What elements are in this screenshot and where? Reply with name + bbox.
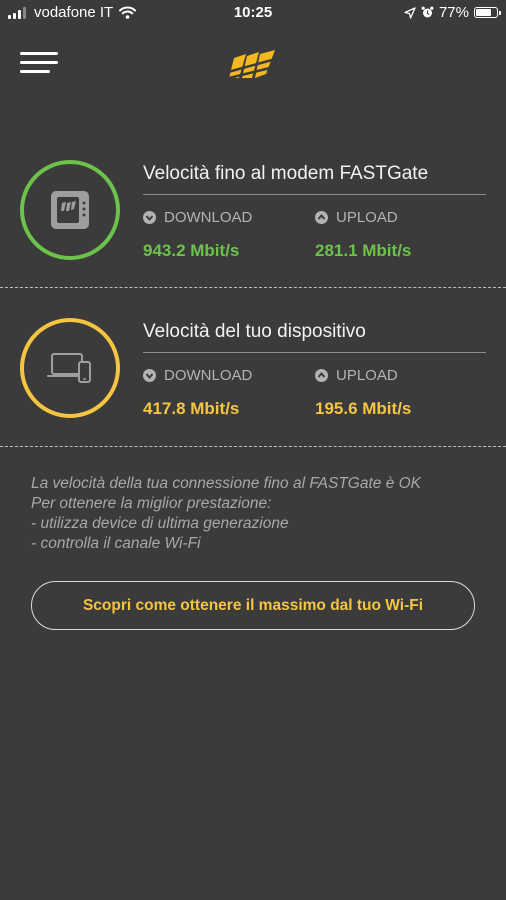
modem-upload-text: UPLOAD [336,209,398,226]
modem-gauge [20,160,120,260]
modem-download-label: DOWNLOAD [143,209,252,226]
wifi-tips-button[interactable]: Scopri come ottenere il massimo dal tuo … [31,581,475,630]
section-divider [0,446,506,447]
battery-percent: 77% [438,4,469,21]
note-line: Per ottenere la miglior prestazione: [31,495,272,512]
fastweb-logo [227,50,275,80]
modem-upload-value: 281.1 Mbit/s [315,241,412,260]
note-line: La velocità della tua connessione fino a… [31,475,422,492]
download-arrow-icon [143,211,156,224]
modem-section-title: Velocità fino al modem FASTGate [143,163,429,184]
upload-arrow-icon [315,211,328,224]
battery-icon [474,7,501,18]
speed-advice-note: La velocità della tua connessione fino a… [31,474,481,554]
alarm-icon [421,6,434,18]
section-divider [0,287,506,288]
device-upload-label: UPLOAD [315,367,398,384]
note-line: - utilizza device di ultima generazione [31,515,289,532]
device-download-text: DOWNLOAD [164,367,253,384]
note-line: - controlla il canale Wi-Fi [31,535,201,552]
device-section-rule [143,352,486,353]
hamburger-icon[interactable] [20,52,58,76]
location-arrow-icon [404,6,416,19]
modem-upload-label: UPLOAD [315,209,398,226]
modem-icon [51,191,89,229]
device-section-title: Velocità del tuo dispositivo [143,321,366,342]
status-bar: vodafone IT 10:25 77% [0,0,506,26]
devices-icon [47,353,91,383]
upload-arrow-icon [315,369,328,382]
modem-download-value: 943.2 Mbit/s [143,241,240,260]
device-gauge [20,318,120,418]
modem-download-text: DOWNLOAD [164,209,253,226]
device-download-label: DOWNLOAD [143,367,252,384]
modem-section-rule [143,194,486,195]
device-speed-section: Velocità del tuo dispositivo DOWNLOAD UP… [0,316,506,422]
status-right: 77% [399,4,501,21]
download-arrow-icon [143,369,156,382]
modem-speed-section: Velocità fino al modem FASTGate DOWNLOAD… [0,158,506,264]
device-download-value: 417.8 Mbit/s [143,399,240,418]
device-upload-value: 195.6 Mbit/s [315,399,412,418]
device-upload-text: UPLOAD [336,367,398,384]
